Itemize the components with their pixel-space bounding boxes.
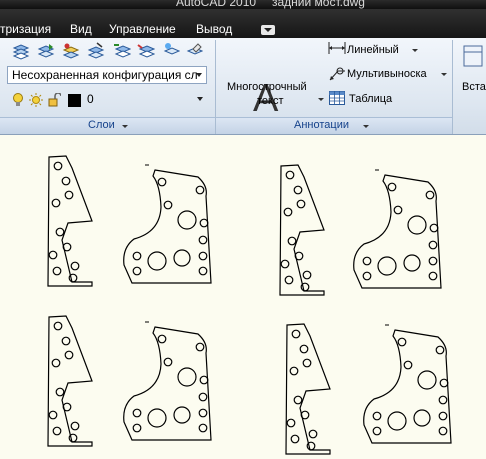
part-wide-1 [123, 164, 212, 284]
table-icon[interactable] [329, 91, 345, 105]
menu-output[interactable]: Вывод [196, 22, 232, 36]
layers-panel-footer[interactable]: Слои [0, 117, 215, 134]
menu-manage[interactable]: Управление [109, 22, 176, 36]
layer-off-icon[interactable] [185, 42, 203, 60]
part-narrow-2 [279, 164, 325, 296]
layer-walk-icon[interactable] [87, 42, 105, 60]
layer-combo[interactable]: 0 [5, 90, 207, 110]
annotation-panel-label: Аннотации [294, 119, 349, 131]
mtext-label-line2[interactable]: текст [257, 95, 284, 107]
chevron-down-icon [196, 73, 202, 77]
layer-config-combo[interactable]: Несохраненная конфигурация сл [7, 66, 207, 84]
annotation-panel-footer[interactable]: Аннотации [216, 117, 452, 134]
ribbon: Несохраненная конфигурация сл 0 Слои A М… [0, 38, 486, 135]
panel-separator [452, 40, 453, 134]
part-narrow-3 [47, 315, 93, 447]
layer-isolate-icon[interactable] [113, 42, 131, 60]
linear-dimension-icon[interactable] [328, 41, 346, 55]
menu-bar: тризация Вид Управление Вывод [0, 9, 486, 38]
unlock-icon[interactable] [48, 93, 61, 107]
layers-panel-label: Слои [88, 119, 115, 131]
app-title: AutoCAD 2010 [176, 0, 257, 9]
sun-icon[interactable] [29, 93, 43, 107]
panel-separator [215, 40, 216, 134]
chevron-down-icon[interactable] [441, 73, 447, 76]
chevron-down-icon [122, 125, 128, 128]
bulb-icon[interactable] [12, 93, 24, 107]
drawing-canvas[interactable] [0, 136, 486, 459]
part-wide-4 [363, 324, 452, 444]
multileader-label[interactable]: Мультивыноска [347, 68, 427, 80]
menu-view[interactable]: Вид [70, 22, 92, 36]
layer-unisolate-icon[interactable] [137, 42, 155, 60]
multileader-icon[interactable] [328, 66, 346, 82]
part-narrow-1 [47, 155, 93, 287]
layer-previous-icon[interactable] [62, 42, 80, 60]
current-layer-name: 0 [87, 92, 94, 106]
file-name: задний мост.dwg [272, 0, 365, 9]
layer-match-icon[interactable] [37, 42, 55, 60]
menu-parametrization[interactable]: тризация [0, 22, 51, 36]
chevron-down-icon [197, 97, 203, 101]
layer-states-icon[interactable] [12, 42, 30, 60]
title-bar: AutoCAD 2010 задний мост.dwg [0, 0, 486, 9]
chevron-down-icon[interactable] [318, 98, 324, 101]
layer-config-value: Несохраненная конфигурация сл [12, 68, 198, 82]
insert-block-icon[interactable] [456, 40, 486, 70]
drawing-geometry [47, 155, 452, 455]
layer-freeze-icon[interactable] [162, 42, 180, 60]
mtext-label-line1[interactable]: Многострочный [227, 81, 307, 93]
part-wide-3 [123, 321, 212, 441]
insert-label[interactable]: Вста [462, 81, 486, 93]
linear-dimension-label[interactable]: Линейный [347, 44, 399, 56]
quick-access-dropdown-button[interactable] [261, 25, 275, 35]
chevron-down-icon [363, 125, 369, 128]
chevron-down-icon[interactable] [412, 49, 418, 52]
layer-color-swatch [68, 94, 81, 107]
table-label[interactable]: Таблица [349, 93, 392, 105]
part-wide-2 [353, 169, 442, 289]
part-narrow-4 [285, 323, 331, 455]
